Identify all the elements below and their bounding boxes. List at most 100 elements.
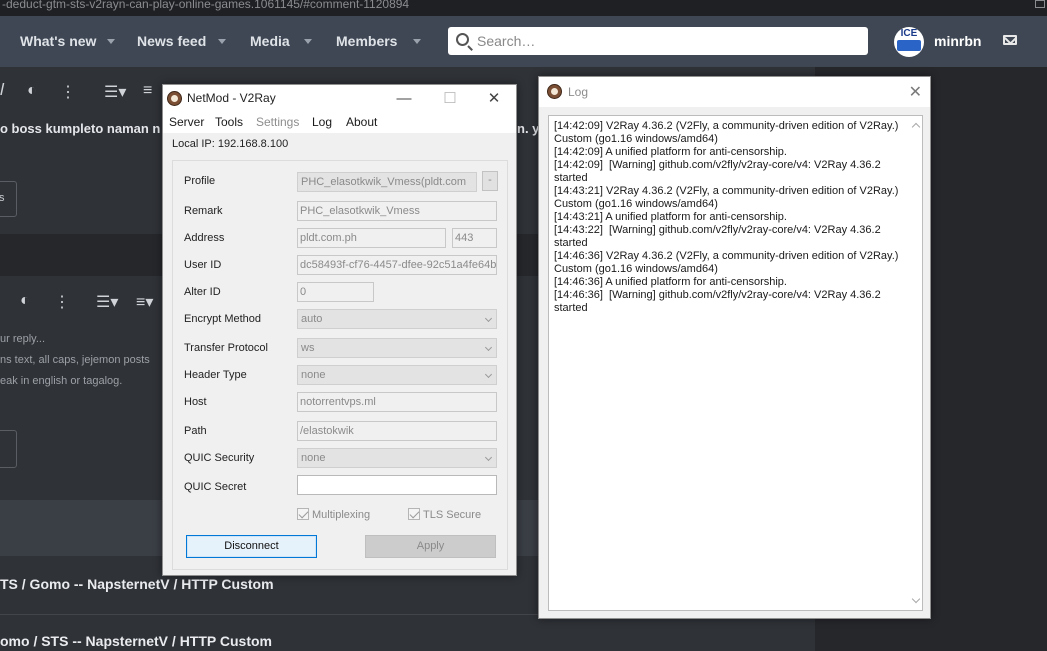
list-icon[interactable]: ☰▾ — [104, 82, 126, 102]
log-line: [14:46:36] V2Ray 4.36.2 (V2Fly, a commun… — [554, 250, 902, 275]
align-icon[interactable]: ≡▾ — [136, 292, 153, 312]
chevron-down-icon — [484, 314, 493, 323]
label-transfer-protocol: Transfer Protocol — [184, 342, 268, 354]
reply-rule-1: ns text, all caps, jejemon posts — [0, 354, 150, 366]
palette-icon[interactable]: ◐ — [20, 292, 30, 310]
encrypt-method-value: auto — [301, 313, 323, 325]
path-field[interactable]: /elastokwik — [297, 421, 497, 441]
quic-security-value: none — [301, 452, 326, 464]
port-field[interactable]: 443 — [452, 228, 497, 248]
checkbox-check-icon — [408, 508, 420, 520]
chevron-down-icon — [484, 343, 493, 352]
tls-secure-checkbox[interactable]: TLS Secure — [408, 508, 481, 521]
netmod-title: NetMod - V2Ray — [187, 91, 276, 105]
log-app-icon — [547, 84, 562, 99]
menu-tools[interactable]: Tools — [215, 115, 243, 129]
menu-settings[interactable]: Settings — [256, 115, 299, 129]
label-header-type: Header Type — [184, 369, 247, 381]
log-line: [14:42:09] [Warning] github.com/v2fly/v2… — [554, 159, 884, 184]
log-line: [14:46:36] [Warning] github.com/v2fly/v2… — [554, 289, 884, 314]
scroll-down-icon[interactable] — [911, 594, 921, 604]
apply-button[interactable]: Apply — [365, 535, 496, 558]
log-output[interactable]: [14:42:09] V2Ray 4.36.2 (V2Fly, a commun… — [548, 115, 923, 611]
post-side-button[interactable]: s — [0, 181, 17, 217]
netmod-app-icon — [167, 91, 182, 106]
log-line: [14:46:36] A unified platform for anti-c… — [554, 276, 787, 288]
label-host: Host — [184, 396, 207, 408]
chevron-down-icon[interactable] — [413, 39, 421, 44]
menu-server[interactable]: Server — [169, 115, 204, 129]
netmod-menubar: Server Tools Settings Log About — [163, 113, 516, 133]
search-placeholder: Search… — [477, 33, 536, 49]
thread-link-1[interactable]: TS / Gomo -- NapsternetV / HTTP Custom — [0, 576, 274, 592]
header-type-value: none — [301, 369, 326, 381]
reply-side-button[interactable] — [0, 430, 17, 468]
label-remark: Remark — [184, 205, 223, 217]
scroll-up-icon[interactable] — [911, 122, 921, 132]
close-icon[interactable]: ✕ — [471, 85, 517, 113]
list-icon[interactable]: ☰▾ — [96, 292, 118, 312]
avatar[interactable]: ICE — [894, 27, 924, 57]
thread-link-2[interactable]: omo / STS -- NapsternetV / HTTP Custom — [0, 633, 272, 649]
search-icon — [456, 33, 469, 46]
remark-field[interactable]: PHC_elasotkwik_Vmess — [297, 201, 497, 221]
transfer-protocol-select[interactable]: ws — [297, 338, 497, 358]
italic-icon[interactable]: 𝐼 — [0, 82, 4, 100]
address-field[interactable]: pldt.com.ph — [297, 228, 446, 248]
nav-members[interactable]: Members — [336, 33, 397, 49]
quic-security-select[interactable]: none — [297, 448, 497, 468]
label-alter-id: Alter ID — [184, 286, 221, 298]
more-icon[interactable]: ⋮ — [54, 292, 70, 312]
chevron-down-icon[interactable] — [304, 39, 312, 44]
chevron-down-icon[interactable] — [218, 39, 226, 44]
log-window: Log ✕ [14:42:09] V2Ray 4.36.2 (V2Fly, a … — [538, 76, 931, 619]
log-titlebar[interactable]: Log ✕ — [539, 77, 930, 107]
close-icon[interactable]: ✕ — [909, 82, 922, 102]
tls-secure-label: TLS Secure — [423, 509, 482, 521]
encrypt-method-select[interactable]: auto — [297, 309, 497, 329]
nav-whats-new[interactable]: What's new — [20, 33, 96, 49]
multiplexing-checkbox[interactable]: Multiplexing — [297, 508, 370, 521]
label-address: Address — [184, 232, 225, 244]
nav-media[interactable]: Media — [250, 33, 290, 49]
quic-secret-field[interactable] — [297, 475, 497, 495]
nav-news-feed[interactable]: News feed — [137, 33, 206, 49]
label-encrypt-method: Encrypt Method — [184, 313, 262, 325]
user-id-field[interactable]: dc58493f-cf76-4457-dfee-92c51a4fe64b — [297, 255, 497, 275]
username[interactable]: minrbn — [934, 33, 981, 49]
alter-id-field[interactable]: 0 — [297, 282, 374, 302]
log-title: Log — [568, 85, 589, 99]
url-text: -deduct-gtm-sts-v2rayn-can-play-online-g… — [2, 0, 410, 11]
label-quic-secret: QUIC Secret — [184, 481, 247, 493]
log-line: [14:43:21] V2Ray 4.36.2 (V2Fly, a commun… — [554, 185, 902, 210]
chevron-down-icon[interactable] — [107, 39, 115, 44]
browser-url-bar[interactable]: -deduct-gtm-sts-v2rayn-can-play-online-g… — [0, 0, 1047, 16]
mail-icon[interactable] — [1003, 35, 1017, 45]
menu-about[interactable]: About — [346, 115, 377, 129]
menu-log[interactable]: Log — [312, 115, 332, 129]
avatar-band — [897, 40, 921, 51]
header-type-select[interactable]: none — [297, 365, 497, 385]
chevron-down-icon — [484, 370, 493, 379]
label-user-id: User ID — [184, 259, 222, 271]
disconnect-button[interactable]: Disconnect — [186, 535, 317, 558]
profile-select[interactable]: PHC_elasotkwik_Vmess(pldt.com — [297, 172, 477, 192]
profile-remove-button[interactable]: - — [482, 171, 498, 191]
transfer-protocol-value: ws — [301, 342, 315, 354]
palette-icon[interactable]: ◐ — [27, 82, 37, 100]
label-path: Path — [184, 425, 207, 437]
log-line: [14:42:09] V2Ray 4.36.2 (V2Fly, a commun… — [554, 120, 902, 145]
log-line: [14:43:21] A unified platform for anti-c… — [554, 211, 787, 223]
maximize-icon[interactable]: ☐ — [427, 85, 473, 113]
reply-toolbar: 𝐼 ◐ ⋮ ☰▾ ≡▾ — [0, 282, 160, 322]
minimize-icon[interactable]: — — [381, 85, 427, 113]
log-line: [14:43:22] [Warning] github.com/v2fly/v2… — [554, 224, 884, 249]
netmod-titlebar[interactable]: NetMod - V2Ray — ☐ ✕ — [163, 85, 516, 113]
host-field[interactable]: notorrentvps.ml — [297, 392, 497, 412]
editor-toolbar: 𝐼 ◐ ⋮ ☰▾ ≡ — [0, 72, 160, 112]
label-quic-security: QUIC Security — [184, 452, 255, 464]
more-icon[interactable]: ⋮ — [60, 82, 76, 102]
reply-placeholder: ur reply... — [0, 333, 46, 345]
align-icon[interactable]: ≡ — [143, 82, 152, 100]
forum-search-input[interactable]: Search… — [448, 27, 868, 55]
